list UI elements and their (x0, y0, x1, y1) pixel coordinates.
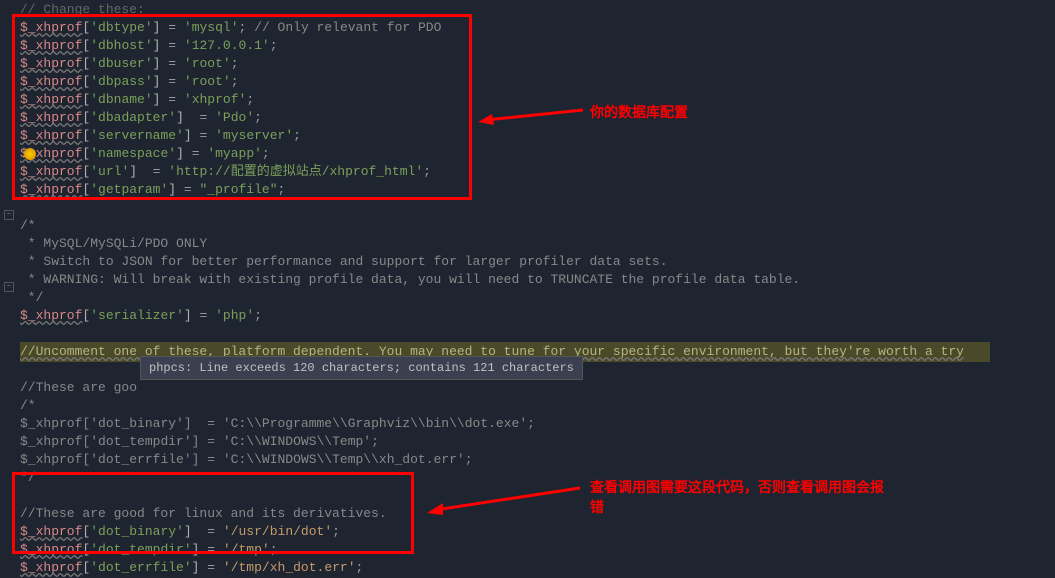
code-line: $_xhprof['dbuser'] = 'root'; (20, 54, 1055, 72)
fold-icon[interactable]: − (4, 282, 14, 292)
arrow-icon (425, 480, 585, 520)
code-line: $_xhprof['dbpass'] = 'root'; (20, 72, 1055, 90)
code-line: $_xhprof['getparam'] = "_profile"; (20, 180, 1055, 198)
code-line: $_xhprof['dbtype'] = 'mysql'; // Only re… (20, 18, 1055, 36)
annotation-text: 查看调用图需要这段代码，否则查看调用图会报错 (590, 478, 890, 517)
code-line: $_xhprof['namespace'] = 'myapp'; (20, 144, 1055, 162)
code-line: * MySQL/MySQLi/PDO ONLY (20, 234, 1055, 252)
code-line: $_xhprof['dot_tempdir'] = '/tmp'; (20, 540, 1055, 558)
code-line: $_xhprof['dot_tempdir'] = 'C:\\WINDOWS\\… (20, 432, 1055, 450)
fold-icon[interactable]: − (4, 210, 14, 220)
blank-line (20, 324, 1055, 342)
code-line: $_xhprof['dbhost'] = '127.0.0.1'; (20, 36, 1055, 54)
code-line: $_xhprof['dot_binary'] = '/usr/bin/dot'; (20, 522, 1055, 540)
code-line: //These are goo (20, 378, 1055, 396)
editor-gutter: − − (0, 0, 18, 573)
code-line: $_xhprof['serializer'] = 'php'; (20, 306, 1055, 324)
code-line: $_xhprof['dot_binary'] = 'C:\\Programme\… (20, 414, 1055, 432)
annotation-text: 你的数据库配置 (590, 102, 688, 123)
lightbulb-icon[interactable] (24, 148, 36, 160)
arrow-icon (478, 98, 588, 128)
code-line: /* (20, 396, 1055, 414)
code-line: $_xhprof['servername'] = 'myserver'; (20, 126, 1055, 144)
code-line: $_xhprof['dot_errfile'] = '/tmp/xh_dot.e… (20, 558, 1055, 576)
lint-tooltip: phpcs: Line exceeds 120 characters; cont… (140, 356, 583, 380)
code-line: $_xhprof['dot_errfile'] = 'C:\\WINDOWS\\… (20, 450, 1055, 468)
code-line: * WARNING: Will break with existing prof… (20, 270, 1055, 288)
code-line: */ (20, 288, 1055, 306)
code-line: /* (20, 216, 1055, 234)
code-line: * Switch to JSON for better performance … (20, 252, 1055, 270)
code-line: // Change these: (20, 0, 1055, 18)
code-line: $_xhprof['url'] = 'http://配置的虚拟站点/xhprof… (20, 162, 1055, 180)
blank-line (20, 198, 1055, 216)
